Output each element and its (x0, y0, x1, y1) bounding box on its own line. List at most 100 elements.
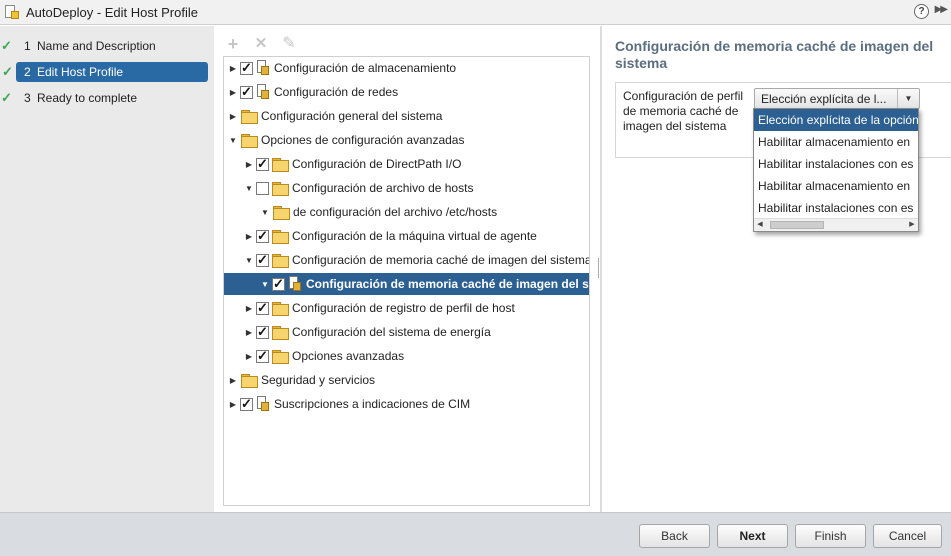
tree-checkbox[interactable] (256, 348, 269, 364)
collapse-arrow-icon[interactable]: ▼ (244, 256, 254, 265)
tree-row[interactable]: ▶ Configuración general del sistema (224, 105, 589, 127)
next-button[interactable]: Next (717, 524, 788, 548)
tree-checkbox[interactable] (256, 228, 269, 244)
tree-row[interactable]: ▼ de configuración del archivo /etc/hosts (224, 201, 589, 223)
tree-label: Configuración de memoria caché de imagen… (292, 253, 590, 267)
title-bar: AutoDeploy - Edit Host Profile ? ▶▶ (0, 0, 951, 25)
expand-arrow-icon[interactable]: ▶ (228, 112, 238, 121)
tree-row[interactable]: ▶ Configuración de la máquina virtual de … (224, 225, 589, 247)
dropdown-option[interactable]: Elección explícita de la opción (754, 109, 918, 131)
tree-toolbar: + ✕ ✎ (224, 34, 298, 54)
wizard-footer: Back Next Finish Cancel (0, 512, 951, 556)
profile-icon (288, 276, 302, 292)
tree-label: Configuración de archivo de hosts (292, 181, 474, 195)
tree-row[interactable]: ▶ Configuración de registro de perfil de … (224, 297, 589, 319)
step-edit-host-profile[interactable]: ✓ 2 Edit Host Profile (2, 62, 208, 82)
folder-icon (272, 326, 289, 340)
tree-label: Opciones avanzadas (292, 349, 405, 363)
cancel-button[interactable]: Cancel (873, 524, 942, 548)
back-button[interactable]: Back (639, 524, 710, 548)
tree-row[interactable]: ▼ Opciones de configuración avanzadas (224, 129, 589, 151)
tree-row[interactable]: ▶ Opciones avanzadas (224, 345, 589, 367)
tree-row[interactable]: ▶ Configuración de redes (224, 81, 589, 103)
expand-arrow-icon[interactable]: ▶ (244, 352, 254, 361)
step-number: 3 (24, 91, 31, 105)
profile-tree-panel: + ✕ ✎ ▶ Configuración de almacenamiento ▶ C… (214, 26, 600, 512)
dropdown-option[interactable]: Habilitar instalaciones con es (754, 197, 918, 219)
step-ready-to-complete[interactable]: ✓ 3 Ready to complete (0, 88, 137, 108)
expand-icon[interactable]: ▶▶ (935, 4, 948, 15)
expand-arrow-icon[interactable]: ▶ (244, 328, 254, 337)
step-label: Edit Host Profile (37, 65, 124, 79)
finish-button[interactable]: Finish (795, 524, 866, 548)
collapse-arrow-icon[interactable]: ▼ (244, 184, 254, 193)
chevron-down-icon[interactable]: ▼ (897, 89, 919, 108)
step-number: 2 (24, 65, 31, 79)
dropdown-scrollbar[interactable]: ◀ ▶ (754, 218, 918, 231)
scroll-left-icon[interactable]: ◀ (754, 219, 766, 231)
scroll-thumb[interactable] (770, 221, 824, 229)
tree-label: de configuración del archivo /etc/hosts (293, 205, 498, 219)
tree-checkbox[interactable] (272, 276, 285, 292)
tree-label: Configuración de memoria caché de imagen… (306, 277, 589, 291)
select-value: Elección explícita de l... (761, 91, 887, 106)
tree-label: Configuración general del sistema (261, 109, 443, 123)
remove-icon[interactable]: ✕ (252, 35, 270, 53)
tree-checkbox[interactable] (240, 84, 253, 100)
add-icon[interactable]: + (224, 35, 242, 53)
collapse-arrow-icon[interactable]: ▼ (260, 208, 270, 217)
expand-arrow-icon[interactable]: ▶ (228, 376, 238, 385)
scroll-right-icon[interactable]: ▶ (906, 219, 918, 231)
collapse-arrow-icon[interactable]: ▼ (260, 280, 270, 289)
tree-row[interactable]: ▼ Configuración de memoria caché de image… (224, 273, 589, 295)
tree-row[interactable]: ▶ Seguridad y servicios (224, 369, 589, 391)
folder-icon (272, 182, 289, 196)
collapse-arrow-icon[interactable]: ▼ (228, 136, 238, 145)
folder-icon (241, 374, 258, 388)
tree-label: Seguridad y servicios (261, 373, 376, 387)
step-label: Name and Description (37, 39, 156, 53)
tree-label: Opciones de configuración avanzadas (261, 133, 465, 147)
tree-row[interactable]: ▶ Configuración de DirectPath I/O (224, 153, 589, 175)
tree-checkbox[interactable] (256, 324, 269, 340)
window-title: AutoDeploy - Edit Host Profile (26, 4, 198, 20)
cache-profile-select[interactable]: Elección explícita de l... ▼ (754, 88, 920, 109)
dropdown-option[interactable]: Habilitar almacenamiento en (754, 131, 918, 153)
tree-row[interactable]: ▶ Configuración de almacenamiento (224, 57, 589, 79)
step-number: 1 (24, 39, 31, 53)
field-label: Configuración de perfil de memoria caché… (623, 89, 744, 133)
tree-checkbox[interactable] (256, 156, 269, 172)
expand-arrow-icon[interactable]: ▶ (244, 304, 254, 313)
tree-row[interactable]: ▶ Configuración del sistema de energía (224, 321, 589, 343)
tree-row[interactable]: ▼ Configuración de archivo de hosts (224, 177, 589, 199)
tree-checkbox[interactable] (256, 252, 269, 268)
tree-label: Configuración del sistema de energía (292, 325, 491, 339)
edit-icon[interactable]: ✎ (280, 35, 298, 53)
tree-checkbox[interactable] (240, 396, 253, 412)
step-label: Ready to complete (37, 91, 138, 105)
tree-row[interactable]: ▶ Suscripciones a indicaciones de CIM (224, 393, 589, 415)
cache-profile-dropdown[interactable]: Elección explícita de la opción Habilitar… (753, 108, 919, 232)
folder-icon (272, 302, 289, 316)
expand-arrow-icon[interactable]: ▶ (228, 400, 238, 409)
expand-arrow-icon[interactable]: ▶ (244, 160, 254, 169)
check-icon: ✓ (1, 90, 12, 105)
folder-icon (273, 206, 290, 220)
profile-tree[interactable]: ▶ Configuración de almacenamiento ▶ Configu… (223, 56, 590, 506)
profile-icon (256, 396, 270, 412)
expand-arrow-icon[interactable]: ▶ (228, 88, 238, 97)
expand-arrow-icon[interactable]: ▶ (228, 64, 238, 73)
details-panel: Configuración de memoria caché de imagen… (602, 26, 951, 512)
folder-icon (241, 110, 258, 124)
step-name-and-description[interactable]: ✓ 1 Name and Description (0, 36, 156, 56)
expand-arrow-icon[interactable]: ▶ (244, 232, 254, 241)
tree-row[interactable]: ▼ Configuración de memoria caché de image… (224, 249, 589, 271)
tree-checkbox[interactable] (240, 60, 253, 76)
tree-checkbox[interactable] (256, 300, 269, 316)
tree-checkbox[interactable] (256, 181, 269, 195)
host-profile-icon (4, 4, 20, 20)
dropdown-option[interactable]: Habilitar instalaciones con es (754, 153, 918, 175)
help-icon[interactable]: ? (914, 4, 929, 19)
dropdown-option[interactable]: Habilitar almacenamiento en (754, 175, 918, 197)
check-icon: ✓ (1, 38, 12, 53)
